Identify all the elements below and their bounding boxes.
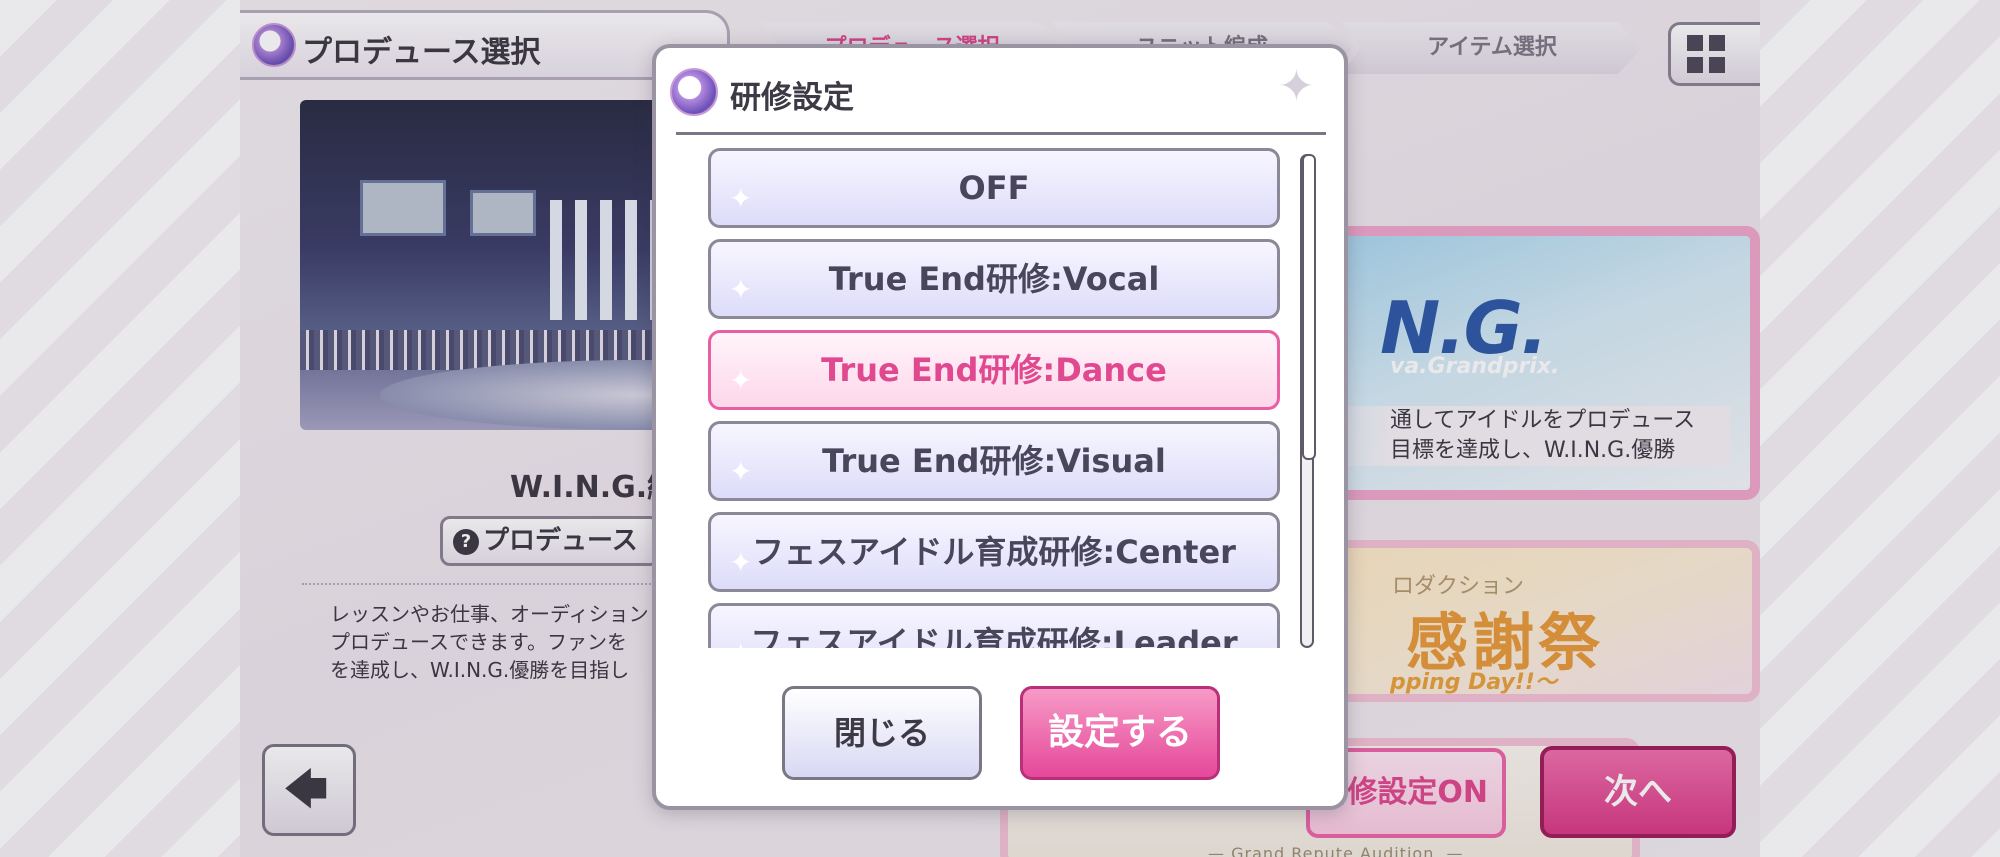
training-option-list[interactable]: ✦ OFF ✦ True End研修:Vocal ✦ True End研修:Da… — [708, 148, 1284, 648]
sparkle-icon: ✦ — [1278, 61, 1315, 112]
training-settings-dialog: 研修設定 ✦ ✦ OFF ✦ True End研修:Vocal ✦ True E… — [652, 44, 1348, 810]
option-off[interactable]: ✦ OFF — [708, 148, 1280, 228]
sparkle-icon: ✦ — [729, 455, 753, 488]
dialog-title: 研修設定 — [730, 80, 854, 116]
sparkle-icon: ✦ — [729, 273, 753, 306]
option-label: True End研修:Visual — [822, 442, 1166, 480]
close-button[interactable]: 閉じる — [782, 686, 982, 780]
shiny-colors-logo-icon — [670, 68, 718, 116]
sparkle-icon: ✦ — [729, 546, 753, 579]
dialog-divider — [676, 132, 1326, 135]
sparkle-icon: ✦ — [729, 640, 752, 649]
option-label: フェスアイドル育成研修:Leader — [750, 624, 1238, 648]
option-true-end-dance[interactable]: ✦ True End研修:Dance — [708, 330, 1280, 410]
option-fes-center[interactable]: ✦ フェスアイドル育成研修:Center — [708, 512, 1280, 592]
option-label: True End研修:Vocal — [828, 260, 1160, 298]
sparkle-icon: ✦ — [729, 182, 753, 215]
option-true-end-vocal[interactable]: ✦ True End研修:Vocal — [708, 239, 1280, 319]
option-true-end-visual[interactable]: ✦ True End研修:Visual — [708, 421, 1280, 501]
option-label: True End研修:Dance — [821, 351, 1167, 389]
option-label: OFF — [958, 169, 1030, 207]
confirm-button[interactable]: 設定する — [1020, 686, 1220, 780]
scrollbar-thumb[interactable] — [1302, 154, 1316, 460]
sparkle-icon: ✦ — [729, 364, 753, 397]
option-label: フェスアイドル育成研修:Center — [752, 533, 1236, 571]
option-fes-leader[interactable]: ✦ フェスアイドル育成研修:Leader — [708, 603, 1280, 648]
